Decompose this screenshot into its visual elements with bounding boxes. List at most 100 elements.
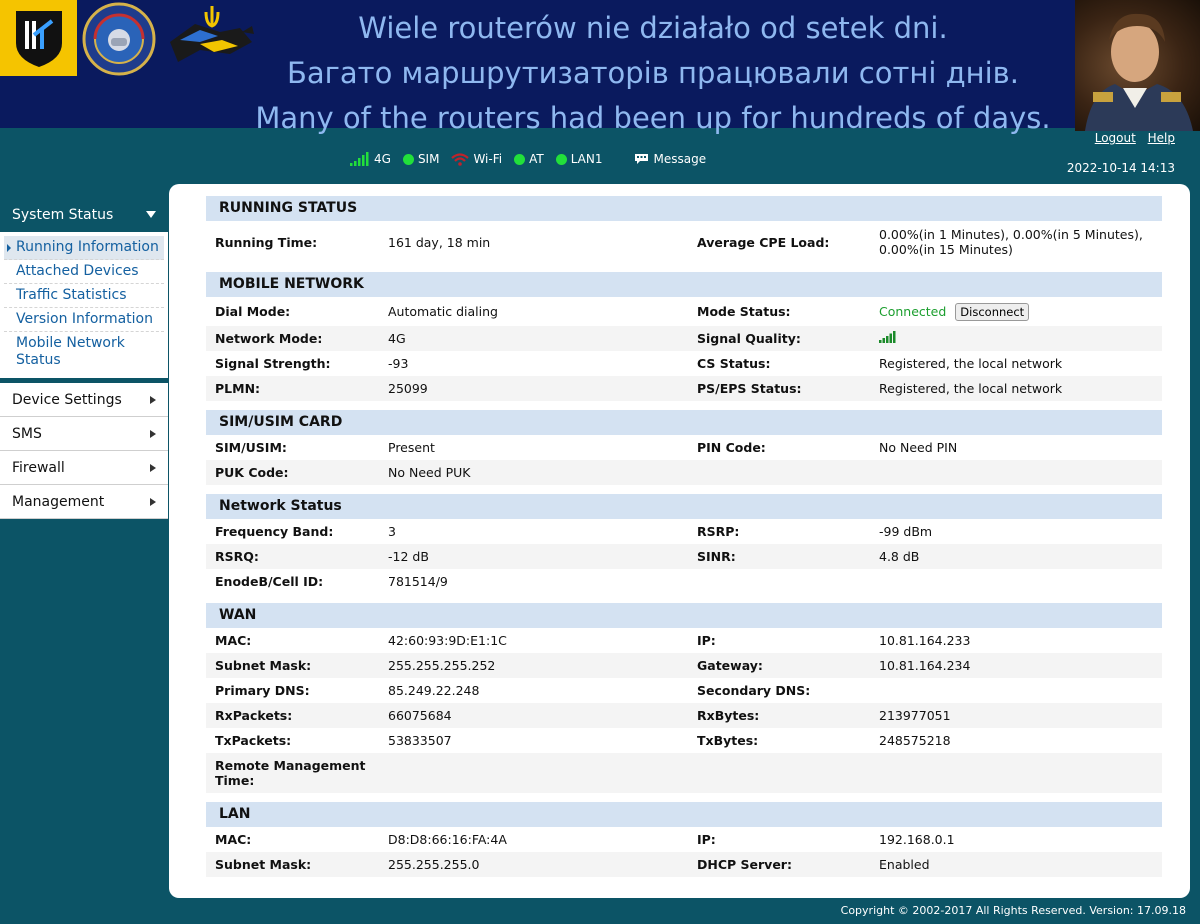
sidebar-item-label: Firewall [12,459,65,476]
field-value: 248575218 [879,733,951,748]
field-label: Average CPE Load: [697,234,830,250]
field-value: -99 dBm [879,524,933,539]
banner: Wiele routerów nie działało od setek dni… [0,0,1200,135]
field-label: Signal Strength: [215,356,331,371]
field-value: 161 day, 18 min [388,234,491,250]
sidebar-item-system-status[interactable]: System Status [0,197,168,232]
sidebar-item-management[interactable]: Management [0,485,168,519]
help-link[interactable]: Help [1148,131,1175,145]
indicator-at: AT [514,152,544,166]
field-label: RxPackets: [215,708,293,723]
indicator-wifi-label: Wi-Fi [473,152,503,166]
field-value: 66075684 [388,708,452,723]
table-row: Signal Strength: -93 CS Status: Register… [206,351,1162,376]
field-label: PIN Code: [697,440,766,455]
field-value: 3 [388,524,396,539]
indicator-wifi: Wi-Fi [451,152,502,166]
wifi-icon [451,152,470,166]
table-row: Subnet Mask: 255.255.255.252 Gateway: 10… [206,653,1162,678]
field-value: No Need PUK [388,465,471,480]
field-label: PUK Code: [215,465,289,480]
field-label: IP: [697,832,716,847]
section-title: LAN [206,802,1162,827]
message-icon [635,154,649,164]
table-row: Frequency Band: 3 RSRP: -99 dBm [206,519,1162,544]
status-badge: Connected [879,303,947,319]
field-label: Secondary DNS: [697,683,811,698]
field-label: CS Status: [697,356,771,371]
field-label: DHCP Server: [697,857,792,872]
field-value: No Need PIN [879,440,958,455]
main-panel: RUNNING STATUS Running Time: 161 day, 18… [169,184,1190,898]
indicator-lan1: LAN1 [555,152,602,166]
field-label: SIM/USIM: [215,440,287,455]
field-label: Mode Status: [697,304,791,319]
field-label: TxBytes: [697,733,759,748]
sidebar-item-traffic-statistics[interactable]: Traffic Statistics [4,284,164,308]
sidebar-item-label: Device Settings [12,391,122,408]
mode-status-cell: Connected Disconnect [879,302,1162,321]
sidebar-item-sms[interactable]: SMS [0,417,168,451]
header-bar: Logout Help 4G SIM Wi-Fi AT LAN1 Message… [0,128,1200,184]
field-label: Dial Mode: [215,304,291,319]
at-status-dot-icon [514,153,526,165]
logout-link[interactable]: Logout [1095,131,1136,145]
field-value: 255.255.255.0 [388,857,480,872]
sidebar-item-firewall[interactable]: Firewall [0,451,168,485]
section-running-status: RUNNING STATUS Running Time: 161 day, 18… [206,196,1162,263]
field-value: Registered, the local network [879,381,1063,396]
field-label: Subnet Mask: [215,658,312,673]
sidebar-head-label: System Status [12,206,114,223]
indicator-network-label: 4G [374,152,391,166]
table-row: RSRQ: -12 dB SINR: 4.8 dB [206,544,1162,569]
field-label: PS/EPS Status: [697,381,802,396]
sidebar: System Status Running Information Attach… [0,197,168,519]
field-label: MAC: [215,832,252,847]
field-label: RSRQ: [215,549,259,564]
sidebar-item-mobile-network-status[interactable]: Mobile Network Status [4,332,164,372]
field-value: Registered, the local network [879,356,1063,371]
chevron-right-icon [150,429,156,438]
table-row: PLMN: 25099 PS/EPS Status: Registered, t… [206,376,1162,401]
table-row: RxPackets: 66075684 RxBytes: 213977051 [206,703,1162,728]
sidebar-item-running-information[interactable]: Running Information [4,236,164,260]
field-label: Signal Quality: [697,331,801,346]
sidebar-item-version-information[interactable]: Version Information [4,308,164,332]
portrait-image [1075,0,1200,131]
table-row: Remote Management Time: [206,753,1162,793]
signal-quality-cell [879,331,1162,346]
field-value: 53833507 [388,733,452,748]
sidebar-item-label: Management [12,493,105,510]
sidebar-item-label: SMS [12,425,42,442]
sidebar-item-attached-devices[interactable]: Attached Devices [4,260,164,284]
field-value: 25099 [388,381,428,396]
banner-line-ukrainian: Багато маршрутизаторів працювали сотні д… [287,56,1019,90]
table-row: TxPackets: 53833507 TxBytes: 248575218 [206,728,1162,753]
footer-copyright: Copyright © 2002-2017 All Rights Reserve… [840,904,1186,917]
field-value: 781514/9 [388,574,448,589]
chevron-right-icon [150,497,156,506]
field-label: Network Mode: [215,331,323,346]
table-row: EnodeB/Cell ID: 781514/9 [206,569,1162,594]
table-row: Primary DNS: 85.249.22.248 Secondary DNS… [206,678,1162,703]
field-label: TxPackets: [215,733,292,748]
sidebar-item-device-settings[interactable]: Device Settings [0,383,168,417]
table-row: Dial Mode: Automatic dialing Mode Status… [206,297,1162,326]
field-label: Subnet Mask: [215,857,312,872]
field-value: 10.81.164.234 [879,658,971,673]
disconnect-button[interactable]: Disconnect [955,302,1030,321]
field-value: 213977051 [879,708,951,723]
field-label: PLMN: [215,381,261,396]
table-row: Running Time: 161 day, 18 min Average CP… [206,221,1162,263]
chevron-right-icon [150,395,156,404]
section-network-status: Network Status Frequency Band: 3 RSRP: -… [206,494,1162,594]
field-value: 42:60:93:9D:E1:1C [388,633,507,648]
indicator-message[interactable]: Message [634,152,706,166]
field-value: 4G [388,331,406,346]
field-value: -12 dB [388,549,429,564]
banner-line-polish: Wiele routerów nie działało od setek dni… [358,11,948,45]
sidebar-submenu: Running Information Attached Devices Tra… [0,232,168,378]
field-label: Gateway: [697,658,763,673]
indicator-sim: SIM [402,152,439,166]
section-wan: WAN MAC: 42:60:93:9D:E1:1C IP: 10.81.164… [206,603,1162,793]
